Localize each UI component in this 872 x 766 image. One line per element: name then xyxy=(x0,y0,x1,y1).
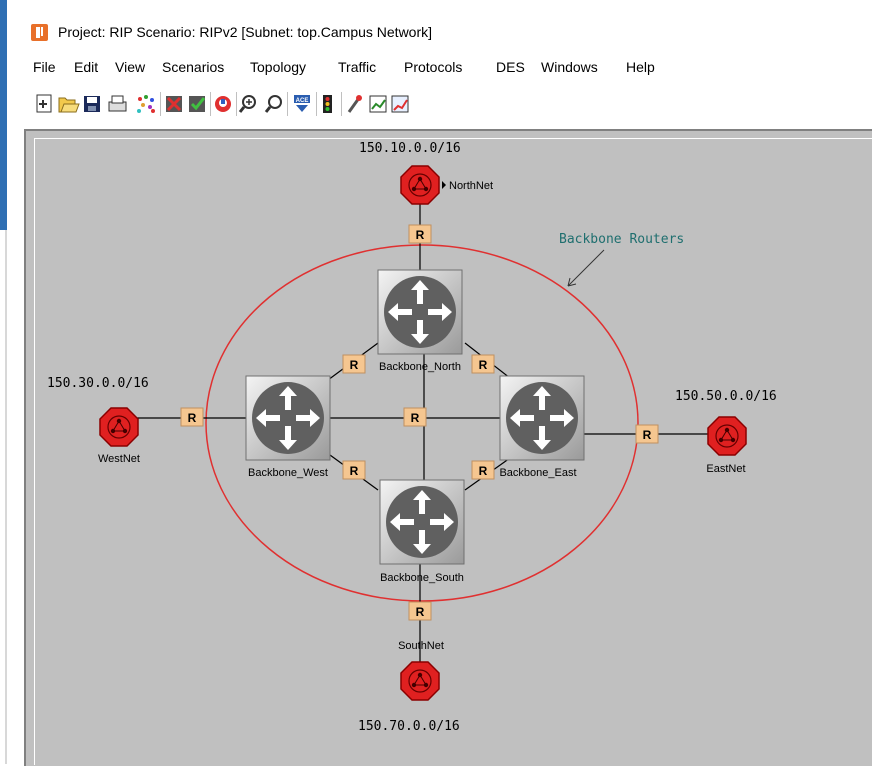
subnet-address-east: 150.50.0.0/16 xyxy=(675,389,777,404)
svg-text:R: R xyxy=(416,605,425,619)
subnet-label-south: SouthNet xyxy=(398,640,444,652)
network-diagram: Backbone Routers R R R R R R R R R Backb… xyxy=(47,141,777,734)
r-marker-north-east[interactable]: R xyxy=(471,354,495,374)
r-marker-north[interactable]: R xyxy=(408,224,432,244)
svg-text:R: R xyxy=(350,358,359,372)
router-label-west: Backbone_West xyxy=(248,467,328,479)
svg-text:R: R xyxy=(350,464,359,478)
router-label-east: Backbone_East xyxy=(499,467,576,479)
svg-text:R: R xyxy=(643,428,652,442)
subnet-label-west: WestNet xyxy=(98,453,140,465)
backbone-annotation: Backbone Routers xyxy=(559,232,684,247)
subnet-north[interactable] xyxy=(400,165,440,205)
router-backbone-west[interactable] xyxy=(245,375,331,461)
r-marker-east-south[interactable]: R xyxy=(471,460,495,480)
router-backbone-east[interactable] xyxy=(499,375,585,461)
r-marker-west-south[interactable]: R xyxy=(342,460,366,480)
subnet-address-south: 150.70.0.0/16 xyxy=(358,719,460,734)
subnet-south[interactable] xyxy=(400,661,440,701)
subnet-label-east: EastNet xyxy=(706,463,745,475)
router-label-north: Backbone_North xyxy=(379,361,461,373)
router-backbone-north[interactable] xyxy=(377,269,463,355)
r-marker-west[interactable]: R xyxy=(180,407,204,427)
svg-text:R: R xyxy=(411,411,420,425)
r-marker-north-west[interactable]: R xyxy=(342,354,366,374)
subnet-address-west: 150.30.0.0/16 xyxy=(47,376,149,391)
r-marker-center[interactable]: R xyxy=(403,407,427,427)
subnet-label-north: NorthNet xyxy=(449,180,493,192)
svg-text:R: R xyxy=(479,464,488,478)
svg-text:R: R xyxy=(479,358,488,372)
router-backbone-south[interactable] xyxy=(379,479,465,565)
subnet-address-north: 150.10.0.0/16 xyxy=(359,141,461,156)
router-label-south: Backbone_South xyxy=(380,572,464,584)
north-label-pointer xyxy=(442,181,446,189)
svg-text:R: R xyxy=(188,411,197,425)
svg-text:R: R xyxy=(416,228,425,242)
r-marker-south[interactable]: R xyxy=(408,601,432,621)
subnet-east[interactable] xyxy=(707,416,747,456)
subnet-west[interactable] xyxy=(99,407,139,447)
r-marker-east[interactable]: R xyxy=(635,424,659,444)
annotation-arrow xyxy=(567,249,605,287)
